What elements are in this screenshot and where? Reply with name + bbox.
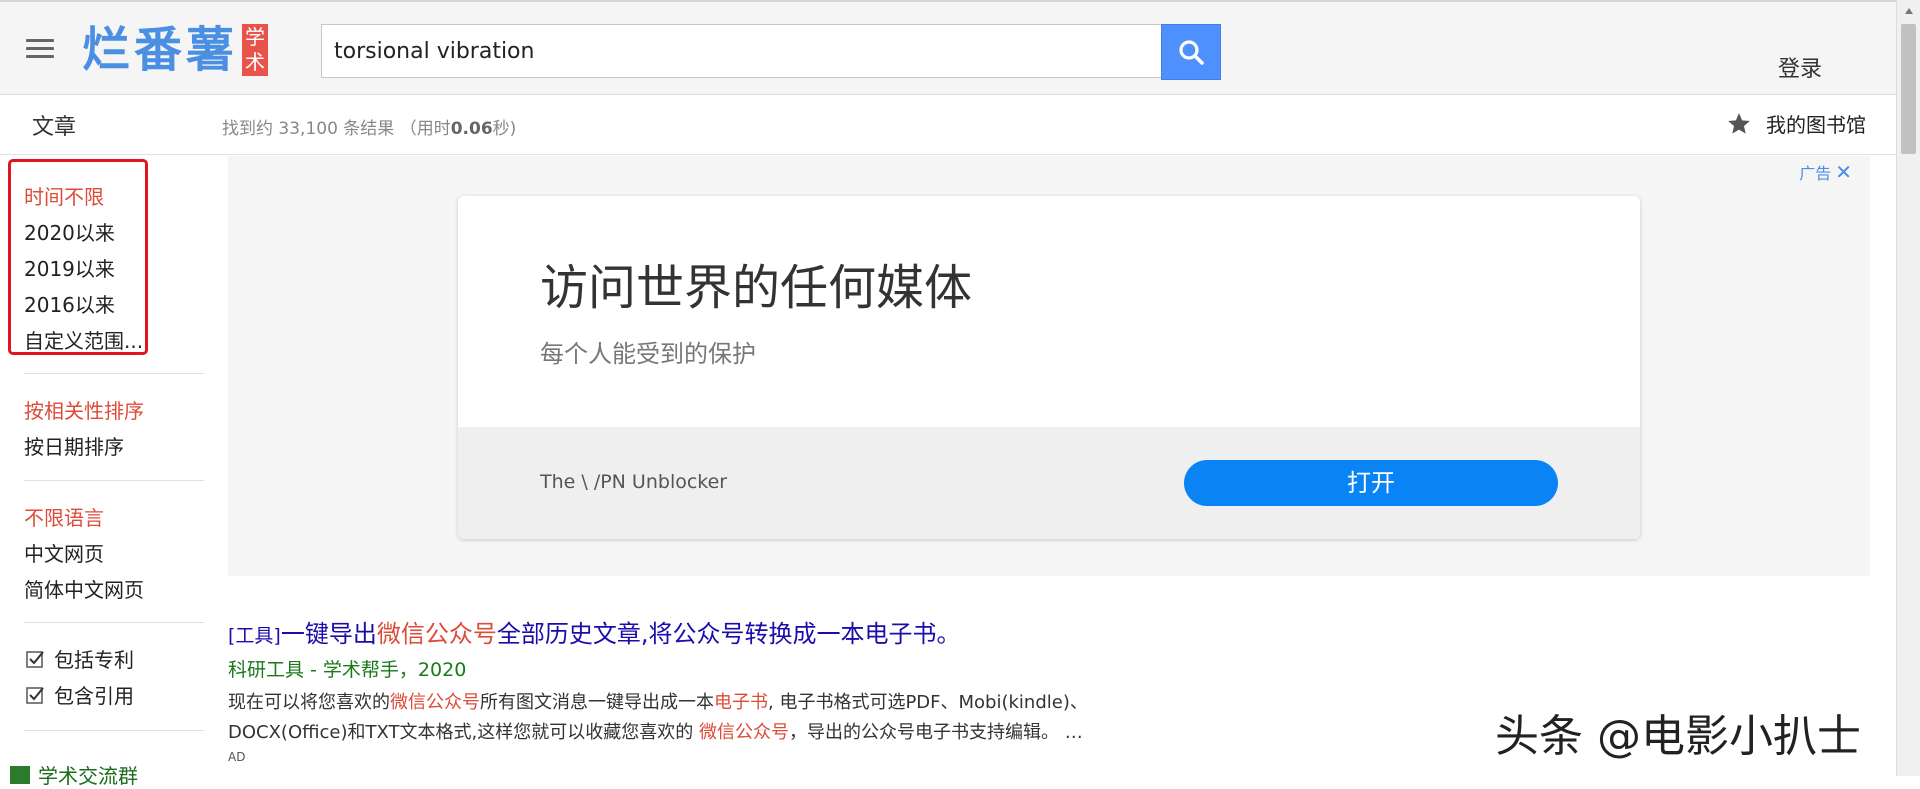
- snippet-text: ，导出的公众号电子书支持编辑。 …: [788, 722, 1083, 743]
- result-stats: 找到约 33,100 条结果 （用时0.06秒): [222, 114, 516, 139]
- title-text: 一键导出: [280, 620, 377, 648]
- checkbox-checked-icon: [26, 650, 44, 668]
- snippet-text: 现在可以将您喜欢的: [228, 692, 390, 713]
- stats-time: 0.06: [450, 119, 493, 139]
- group-square-icon: [10, 765, 30, 784]
- result-tag: [工具]: [228, 625, 281, 647]
- snippet-text: 所有图文消息一键导出成一本: [480, 692, 714, 713]
- ad-brand: The \ /PN Unblocker: [540, 471, 728, 493]
- close-icon[interactable]: ✕: [1835, 160, 1852, 184]
- search-button[interactable]: [1161, 24, 1221, 80]
- ad-open-button[interactable]: 打开: [1184, 460, 1558, 506]
- include-patents-checkbox[interactable]: 包括专利: [26, 644, 134, 673]
- stats-prefix: 找到约 33,100 条结果 （用时: [222, 119, 451, 139]
- result-snippet: 现在可以将您喜欢的微信公众号所有图文消息一键导出成一本电子书, 电子书格式可选P…: [228, 688, 1228, 748]
- ad-headline: 访问世界的任何媒体: [540, 260, 973, 316]
- ad-label: 广告 ✕: [1799, 160, 1852, 184]
- snippet-text: DOCX(Office)和TXT文本格式,这样您就可以收藏您喜欢的: [228, 722, 699, 743]
- snippet-highlight: 微信公众号: [390, 692, 480, 713]
- hamburger-menu-icon[interactable]: [24, 35, 56, 61]
- site-logo[interactable]: 烂番薯 学术: [82, 20, 269, 80]
- my-library-link[interactable]: 我的图书馆: [1726, 109, 1866, 138]
- snippet-text: , 电子书格式可选PDF、Mobi(kindle)、: [768, 692, 1088, 713]
- sidebar-divider: [24, 730, 204, 731]
- search-result: [工具]一键导出微信公众号全部历史文章,将公众号转换成一本电子书。 科研工具 -…: [228, 614, 1628, 748]
- logo-badge: 学术: [242, 24, 269, 76]
- sort-by-date[interactable]: 按日期排序: [24, 431, 124, 460]
- language-simplified-chinese[interactable]: 简体中文网页: [24, 574, 144, 603]
- ad-label-text: 广告: [1799, 164, 1832, 183]
- logo-text: 烂番薯: [82, 22, 239, 78]
- sort-by-relevance[interactable]: 按相关性排序: [24, 395, 144, 424]
- ad-tag: AD: [228, 750, 246, 764]
- top-bar: 烂番薯 学术 登录: [0, 0, 1896, 95]
- snippet-highlight: 微信公众号: [698, 722, 789, 743]
- time-filter-highlight-box: [8, 159, 148, 355]
- language-any[interactable]: 不限语言: [24, 502, 104, 531]
- vertical-scrollbar[interactable]: [1896, 0, 1920, 776]
- title-text: 全部历史文章,将公众号转换成一本电子书。: [496, 620, 961, 648]
- search-box: [321, 24, 1162, 78]
- scroll-up-arrow-icon[interactable]: [1897, 0, 1920, 22]
- ad-banner: 广告 ✕ 访问世界的任何媒体 每个人能受到的保护 The \ /PN Unblo…: [228, 156, 1870, 576]
- stats-suffix: 秒): [492, 119, 517, 139]
- watermark: 头条 @电影小扒士: [1495, 711, 1861, 762]
- checkbox-checked-icon: [26, 686, 44, 704]
- search-icon: [1179, 40, 1204, 65]
- star-icon: [1728, 112, 1750, 134]
- login-link[interactable]: 登录: [1778, 51, 1822, 83]
- sidebar-divider: [24, 622, 204, 623]
- group-link-label: 学术交流群: [38, 764, 138, 788]
- include-citations-label: 包含引用: [54, 684, 134, 708]
- result-title-link[interactable]: [工具]一键导出微信公众号全部历史文章,将公众号转换成一本电子书。: [228, 614, 1628, 649]
- scrollbar-thumb[interactable]: [1901, 24, 1916, 154]
- sub-bar: 文章 找到约 33,100 条结果 （用时0.06秒) 我的图书馆: [0, 95, 1896, 155]
- sidebar-divider: [24, 480, 204, 481]
- include-citations-checkbox[interactable]: 包含引用: [26, 680, 134, 709]
- language-chinese[interactable]: 中文网页: [24, 538, 104, 567]
- search-input[interactable]: [334, 25, 1134, 77]
- ad-subline: 每个人能受到的保护: [540, 340, 756, 368]
- library-label: 我的图书馆: [1766, 113, 1866, 137]
- sidebar-divider: [24, 373, 204, 374]
- ad-card[interactable]: 访问世界的任何媒体 每个人能受到的保护 The \ /PN Unblocker …: [458, 196, 1640, 539]
- title-highlight: 微信公众号: [376, 620, 497, 648]
- include-patents-label: 包括专利: [54, 648, 134, 672]
- ad-footer: The \ /PN Unblocker 打开: [458, 427, 1640, 539]
- result-meta: 科研工具 - 学术帮手，2020: [228, 659, 467, 681]
- academic-group-link[interactable]: 学术交流群: [10, 760, 138, 789]
- section-title: 文章: [32, 115, 77, 140]
- snippet-highlight: 电子书: [714, 692, 768, 713]
